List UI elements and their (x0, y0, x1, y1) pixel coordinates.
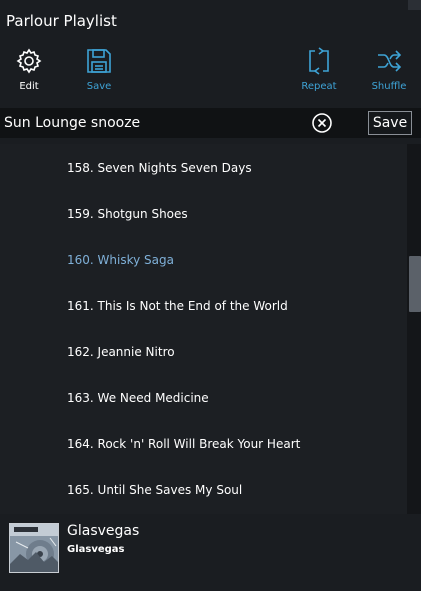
album-cover-art (10, 524, 58, 572)
track-item[interactable]: 161. This Is Not the End of the World (67, 299, 288, 313)
window-title: Parlour Playlist (6, 12, 117, 30)
clear-circle-icon (312, 113, 332, 133)
repeat-label: Repeat (301, 81, 337, 92)
clear-button[interactable] (311, 112, 333, 134)
edit-button[interactable]: Edit (0, 47, 59, 92)
shuffle-button[interactable]: Shuffle (359, 47, 419, 92)
now-playing-album: Glasvegas (67, 544, 125, 555)
track-list: 158. Seven Nights Seven Days 159. Shotgu… (0, 144, 407, 514)
track-item[interactable]: 163. We Need Medicine (67, 391, 209, 405)
save-name-button[interactable]: Save (368, 111, 412, 135)
track-item[interactable]: 165. Until She Saves My Soul (67, 483, 242, 497)
floppy-disk-icon (87, 49, 111, 73)
album-cover[interactable] (9, 523, 59, 573)
track-item[interactable]: 159. Shotgun Shoes (67, 207, 188, 221)
playlist-name-bar: Save (0, 108, 421, 138)
shuffle-label: Shuffle (371, 81, 407, 92)
scrollbar-track[interactable] (407, 144, 421, 514)
track-item[interactable]: 162. Jeannie Nitro (67, 345, 175, 359)
track-item[interactable]: 158. Seven Nights Seven Days (67, 161, 252, 175)
track-item-active[interactable]: 160. Whisky Saga (67, 253, 174, 267)
now-playing-bar: Glasvegas Glasvegas (0, 514, 421, 591)
shuffle-icon (378, 50, 402, 72)
edit-label: Edit (19, 81, 39, 92)
repeat-button[interactable]: Repeat (289, 47, 349, 92)
repeat-icon (309, 47, 329, 75)
gear-icon (16, 48, 42, 74)
save-label: Save (86, 81, 112, 92)
now-playing-artist: Glasvegas (67, 523, 140, 539)
corner-accent (408, 0, 421, 10)
track-item[interactable]: 164. Rock 'n' Roll Will Break Your Heart (67, 437, 300, 451)
save-playlist-button[interactable]: Save (69, 47, 129, 92)
playlist-name-input[interactable] (0, 108, 300, 138)
scrollbar-thumb[interactable] (409, 256, 421, 312)
